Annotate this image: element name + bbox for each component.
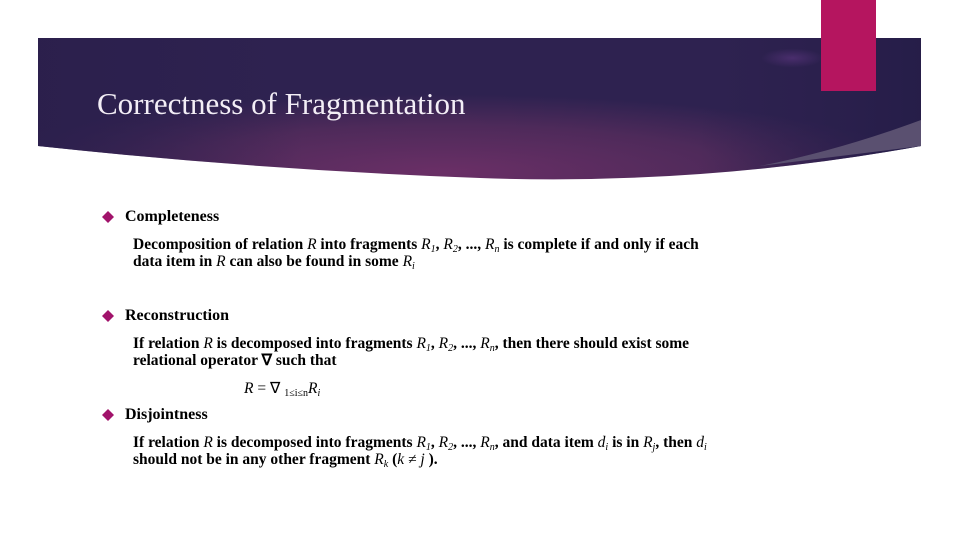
text-run: is decomposed into fragments bbox=[212, 335, 417, 352]
math-symbol: R2 bbox=[443, 236, 458, 255]
body-line: Decomposition of relation R into fragmen… bbox=[133, 236, 699, 255]
math-symbol: k ≠ j bbox=[397, 451, 425, 468]
math-symbol: di bbox=[597, 434, 609, 453]
text-run: , then bbox=[655, 434, 697, 451]
text-run: is decomposed into fragments bbox=[212, 434, 417, 451]
text-run: ). bbox=[424, 451, 438, 468]
math-subscript: i bbox=[704, 442, 707, 453]
text-run: is in bbox=[608, 434, 644, 451]
text-run: data item in bbox=[133, 253, 217, 270]
math-symbol: Ri bbox=[402, 253, 415, 272]
diamond-bullet-icon bbox=[102, 409, 114, 421]
math-operator: = ∇ bbox=[253, 380, 285, 397]
math-symbol: Rn bbox=[484, 236, 500, 255]
math-subscript: i bbox=[317, 388, 321, 399]
math-symbol: R bbox=[203, 434, 213, 451]
section-body: If relation R is decomposed into fragmen… bbox=[133, 335, 689, 369]
text-run: , ..., bbox=[453, 335, 481, 352]
section-body: If relation R is decomposed into fragmen… bbox=[133, 434, 707, 470]
text-run: , then there should exist some bbox=[494, 335, 690, 352]
section-body: Decomposition of relation R into fragmen… bbox=[133, 236, 699, 272]
accent-bar bbox=[821, 0, 876, 91]
text-run: , and data item bbox=[494, 434, 598, 451]
body-line: data item in R can also be found in some… bbox=[133, 253, 699, 272]
math-symbol: di bbox=[696, 434, 707, 453]
slide-title: Correctness of Fragmentation bbox=[97, 86, 466, 121]
text-run: into fragments bbox=[316, 236, 422, 253]
section-heading: Reconstruction bbox=[125, 307, 229, 324]
text-run: can also be found in some bbox=[225, 253, 403, 270]
math-symbol: R1 bbox=[416, 335, 431, 354]
text-run: , bbox=[430, 434, 439, 451]
text-run: , ..., bbox=[453, 434, 481, 451]
math-symbol: R2 bbox=[438, 335, 454, 354]
math-subscript: i bbox=[412, 261, 415, 272]
math-symbol: R bbox=[307, 236, 317, 253]
text-run: If relation bbox=[133, 335, 204, 352]
body-line: If relation R is decomposed into fragmen… bbox=[133, 335, 690, 354]
math-symbol: R2 bbox=[438, 434, 454, 453]
text-run: If relation bbox=[133, 434, 204, 451]
diamond-bullet-icon bbox=[102, 310, 114, 322]
math-symbol: Rn bbox=[480, 434, 495, 453]
math-symbol: Ri bbox=[307, 380, 321, 399]
math-operator: 1≤i≤n bbox=[284, 380, 308, 399]
math-operator: ∇ bbox=[261, 352, 276, 369]
math-subscript: 1≤i≤n bbox=[284, 388, 308, 399]
math-symbol: Rj bbox=[643, 434, 656, 453]
text-run: such that bbox=[275, 352, 337, 369]
text-run: ( bbox=[388, 451, 398, 468]
body-line: If relation R is decomposed into fragmen… bbox=[133, 434, 707, 453]
math-symbol: R bbox=[216, 253, 226, 270]
math-symbol: R1 bbox=[421, 236, 436, 255]
text-run: Decomposition of relation bbox=[133, 236, 308, 253]
reconstruction-formula: R = ∇ 1≤i≤nRi bbox=[244, 379, 321, 399]
diamond-bullet-icon bbox=[102, 211, 114, 223]
body-line: relational operator ∇ such that bbox=[133, 352, 689, 369]
text-run: relational operator bbox=[133, 352, 262, 369]
section-heading: Disjointness bbox=[125, 406, 208, 423]
math-symbol: R1 bbox=[416, 434, 431, 453]
section-heading: Completeness bbox=[125, 208, 220, 225]
math-symbol: Rk bbox=[374, 451, 389, 470]
math-symbol: R bbox=[203, 335, 213, 352]
text-run: should not be in any other fragment bbox=[133, 451, 375, 468]
text-run: is complete if and only if each bbox=[499, 236, 699, 253]
text-run: , bbox=[430, 335, 439, 352]
body-line: should not be in any other fragment Rk (… bbox=[133, 451, 707, 470]
math-symbol: Rn bbox=[480, 335, 495, 354]
text-run: , ..., bbox=[457, 236, 485, 253]
